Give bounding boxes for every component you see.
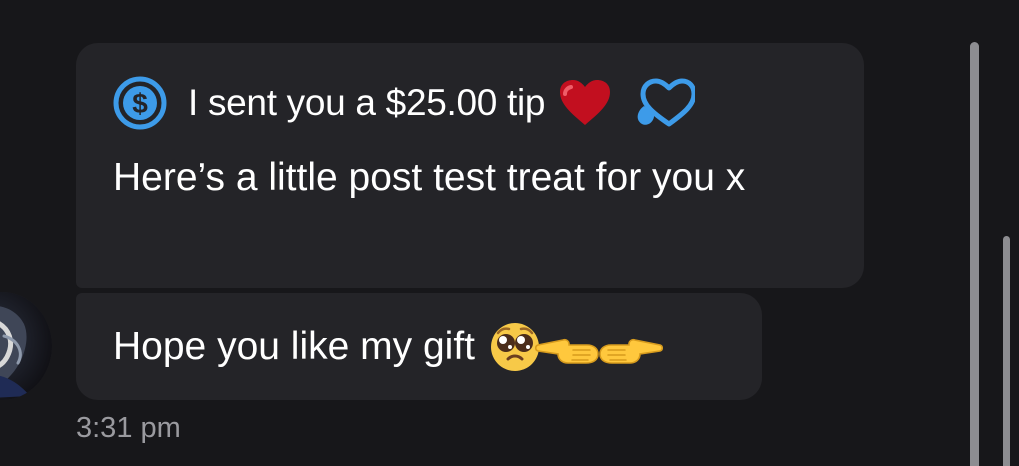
scrollbar-thumb[interactable] (1003, 236, 1010, 466)
message-timestamp: 3:31 pm (76, 412, 181, 444)
scrollbar-track[interactable] (970, 42, 979, 466)
chat-screen: $ I sent you a $25.00 tip Here’s a littl… (0, 0, 1019, 466)
svg-text:$: $ (132, 88, 148, 119)
point-left-icon (534, 330, 601, 364)
gift-message-bubble[interactable]: Hope you like my gift (76, 293, 762, 400)
red-heart-icon (559, 79, 611, 127)
tip-text: I sent you a $25.00 tip (188, 82, 546, 123)
heart-outline-icon[interactable] (633, 77, 697, 129)
gift-message: Hope you like my gift (113, 317, 664, 377)
message-text: Hope you like my gift (113, 325, 475, 368)
message-text: Here’s a little post test treat for you … (113, 156, 746, 199)
dollar-circle-icon: $ (112, 75, 168, 131)
point-right-icon (597, 330, 664, 364)
pleading-face-icon (489, 321, 541, 373)
avatar[interactable] (0, 292, 52, 400)
tip-message-bubble[interactable]: $ I sent you a $25.00 tip Here’s a littl… (76, 43, 864, 288)
tip-notice: $ I sent you a $25.00 tip (112, 74, 697, 132)
